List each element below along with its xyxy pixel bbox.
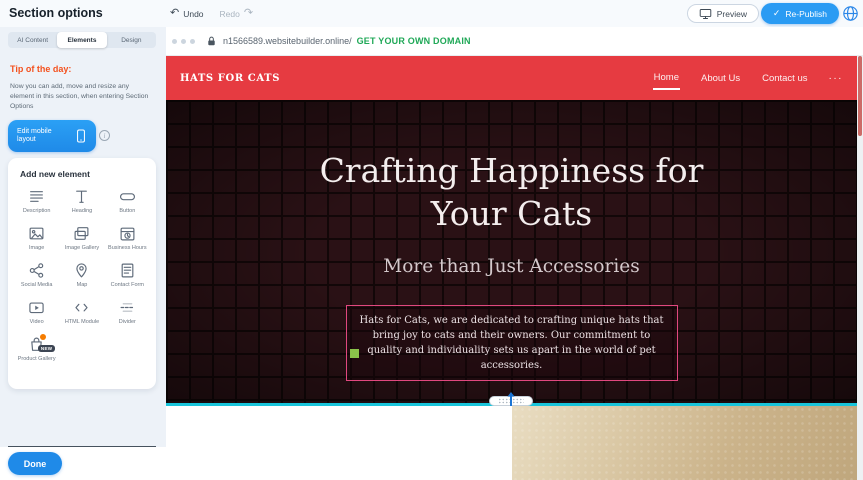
element-description[interactable]: Description xyxy=(14,188,59,215)
window-dot-icon xyxy=(190,39,195,44)
republish-button[interactable]: ✓ Re-Publish xyxy=(761,3,839,24)
check-icon: ✓ xyxy=(773,8,781,19)
site-logo[interactable]: HATS FOR CATS xyxy=(180,73,280,84)
element-html-module[interactable]: HTML Module xyxy=(59,299,104,326)
element-image[interactable]: Image xyxy=(14,225,59,252)
site-header: HATS FOR CATS Home About Us Contact us ·… xyxy=(166,56,857,100)
site-nav: Home About Us Contact us ··· xyxy=(653,67,843,90)
sand-texture-image[interactable] xyxy=(512,406,863,480)
undo-icon: ↶ xyxy=(170,8,179,19)
nav-item-home[interactable]: Home xyxy=(653,67,680,90)
element-grid: Description Heading Button Image Image G… xyxy=(14,188,150,362)
element-resize-handle[interactable] xyxy=(350,349,359,358)
element-contact-form[interactable]: Contact Form xyxy=(105,262,150,289)
site-url[interactable]: n1566589.websitebuilder.online/ xyxy=(223,36,352,46)
orange-dot-badge xyxy=(40,334,46,340)
element-divider[interactable]: Divider xyxy=(105,299,150,326)
element-business-hours[interactable]: Business Hours xyxy=(105,225,150,252)
tab-ai-content[interactable]: AI Content xyxy=(8,32,57,48)
sidebar-divider xyxy=(8,446,156,447)
browser-bar: n1566589.websitebuilder.online/ GET YOUR… xyxy=(166,27,863,56)
tip-of-the-day-body: Now you can add, move and resize any ele… xyxy=(10,82,152,112)
site-preview: HATS FOR CATS Home About Us Contact us ·… xyxy=(166,56,857,406)
element-button[interactable]: Button xyxy=(105,188,150,215)
preview-button[interactable]: Preview xyxy=(687,4,759,23)
lock-icon xyxy=(206,35,217,47)
add-new-element-title: Add new element xyxy=(20,169,150,179)
element-social-media[interactable]: Social Media xyxy=(14,262,59,289)
image-gallery-icon xyxy=(73,225,90,242)
hero-section: Crafting Happiness for Your Cats More th… xyxy=(166,100,857,406)
redo-icon: ↷ xyxy=(244,8,253,19)
next-section xyxy=(166,406,863,480)
button-icon xyxy=(119,188,136,205)
info-icon[interactable]: i xyxy=(99,130,110,141)
tab-elements[interactable]: Elements xyxy=(57,32,106,48)
add-new-element-card: Add new element Description Heading Butt… xyxy=(8,158,156,389)
element-product-gallery[interactable]: NEW Product Gallery xyxy=(14,336,59,363)
topbar: Section options ↶ Undo Redo ↷ Preview ✓ … xyxy=(0,0,863,27)
monitor-icon xyxy=(699,8,712,20)
window-dot-icon xyxy=(172,39,177,44)
phone-icon xyxy=(75,128,87,144)
html-module-icon xyxy=(73,299,90,316)
hero-title[interactable]: Crafting Happiness for Your Cats xyxy=(297,150,727,236)
hero-subtitle[interactable]: More than Just Accessories xyxy=(383,256,639,277)
preview-scrollbar xyxy=(857,56,863,480)
get-your-own-domain-link[interactable]: GET YOUR OWN DOMAIN xyxy=(357,36,471,46)
contact-form-icon xyxy=(119,262,136,279)
page-title: Section options xyxy=(9,6,103,20)
nav-item-about-us[interactable]: About Us xyxy=(700,68,741,89)
social-media-icon xyxy=(28,262,45,279)
undo-redo-group: ↶ Undo Redo ↷ xyxy=(170,0,253,27)
hero-text-box[interactable]: Hats for Cats, we are dedicated to craft… xyxy=(346,305,678,381)
undo-button[interactable]: ↶ Undo xyxy=(170,8,204,19)
nav-item-contact-us[interactable]: Contact us xyxy=(761,68,808,89)
element-video[interactable]: Video xyxy=(14,299,59,326)
globe-icon xyxy=(842,5,859,22)
heading-icon xyxy=(73,188,90,205)
tab-design[interactable]: Design xyxy=(107,32,156,48)
nav-more-icon[interactable]: ··· xyxy=(829,73,844,84)
tip-of-the-day-title: Tip of the day: xyxy=(10,64,71,74)
scrollbar-thumb[interactable] xyxy=(858,56,862,136)
new-badge: NEW xyxy=(38,345,55,352)
map-icon xyxy=(73,262,90,279)
element-heading[interactable]: Heading xyxy=(59,188,104,215)
video-icon xyxy=(28,299,45,316)
edit-mobile-layout-button[interactable]: Edit mobile layout xyxy=(8,120,96,152)
language-globe-button[interactable] xyxy=(842,5,859,22)
sidebar-tabs: AI Content Elements Design xyxy=(8,32,156,48)
redo-button[interactable]: Redo ↷ xyxy=(220,8,254,19)
business-hours-icon xyxy=(119,225,136,242)
divider-icon xyxy=(119,299,136,316)
element-image-gallery[interactable]: Image Gallery xyxy=(59,225,104,252)
image-icon xyxy=(28,225,45,242)
done-button[interactable]: Done xyxy=(8,452,62,475)
window-dot-icon xyxy=(181,39,186,44)
element-map[interactable]: Map xyxy=(59,262,104,289)
description-icon xyxy=(28,188,45,205)
